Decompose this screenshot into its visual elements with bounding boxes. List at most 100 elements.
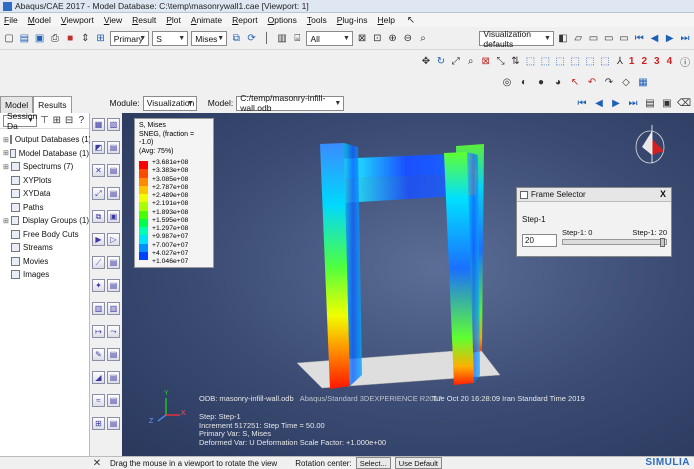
view-yz-icon[interactable]: ⬚ (539, 54, 551, 68)
tree-item-display-groups[interactable]: ⊞ Display Groups (1) (3, 214, 89, 228)
use-default-button[interactable]: Use Default (394, 457, 442, 469)
tree-help-icon[interactable]: ? (77, 114, 86, 128)
menu-model[interactable]: Model (27, 15, 52, 25)
new-file-icon[interactable]: ▢ (3, 32, 15, 46)
view-cut-icon[interactable]: ◢ (92, 371, 105, 384)
replace-icon[interactable]: ⊡ (371, 32, 383, 46)
cursor-icon[interactable]: ⇕ (79, 32, 91, 46)
filled-icon[interactable]: ● (534, 75, 548, 89)
tree-item-movies[interactable]: Movies (3, 255, 89, 269)
box-zoom-icon[interactable]: ⊠ (480, 54, 492, 68)
expand-plus-icon[interactable]: ⊞ (3, 136, 9, 144)
play-icon[interactable]: ▶ (664, 32, 676, 46)
refresh-icon[interactable]: ⟳ (245, 32, 257, 46)
pan-icon[interactable]: ✥ (420, 54, 432, 68)
xy-options-icon[interactable]: ▤ (107, 256, 120, 269)
remove-icon[interactable]: ⊖ (402, 32, 414, 46)
tree-item-streams[interactable]: Streams (3, 241, 89, 255)
render-style-icon[interactable]: ◧ (557, 32, 569, 46)
collapse-icon[interactable]: ⊟ (65, 114, 74, 128)
rotate-icon[interactable]: ↻ (435, 54, 447, 68)
frame-selector-icon[interactable]: ▤ (643, 96, 657, 110)
tree-item-paths[interactable]: Paths (3, 201, 89, 215)
visualization-defaults-select[interactable]: Visualization defaults ▼ (479, 29, 554, 49)
display-group-tool-icon[interactable]: ⊞ (92, 417, 105, 430)
invariant-select[interactable]: Mises ▼ (191, 31, 228, 46)
viewport[interactable]: Y X Z S, Mises SNEG, (fraction = -1.0) (… (122, 113, 694, 456)
plot-undeformed-icon[interactable]: ▦ (92, 118, 105, 131)
free-body-tool-icon[interactable]: ✎ (92, 348, 105, 361)
view-custom-icon[interactable]: ⬚ (599, 54, 611, 68)
frame-slider-handle[interactable] (660, 238, 665, 247)
probe-icon[interactable]: ▤ (107, 279, 120, 292)
last-frame-icon-2[interactable]: ⏭ (626, 96, 640, 110)
menu-tools[interactable]: Tools (306, 15, 328, 25)
delete-icon[interactable]: ⌫ (677, 96, 691, 110)
model-select[interactable]: C:/temp/masonry-infill-wall.odb ▼ (236, 93, 345, 113)
tree-item-xydata[interactable]: XYData (3, 187, 89, 201)
first-frame-icon[interactable]: ⏮ (633, 32, 645, 46)
plot-symbols-icon[interactable]: ✕ (92, 164, 105, 177)
session-select[interactable]: Session Da ▼ (3, 111, 37, 131)
view-back-icon[interactable]: ▭ (603, 32, 615, 46)
menu-report[interactable]: Report (231, 15, 259, 25)
tab-results[interactable]: Results (33, 96, 72, 113)
next-frame-icon[interactable]: ▶ (609, 96, 623, 110)
view-xz-icon[interactable]: ⬚ (569, 54, 581, 68)
plot-deformed-icon[interactable]: ▧ (107, 118, 120, 131)
shaded-icon[interactable]: ◕ (551, 75, 565, 89)
path-create-icon[interactable]: ↦ (92, 325, 105, 338)
overlay-icon[interactable]: ▣ (107, 210, 120, 223)
view-3-button[interactable]: 3 (654, 56, 660, 67)
expand-plus-icon[interactable]: ⊞ (3, 163, 10, 171)
view-iso2-icon[interactable]: ⬚ (584, 54, 596, 68)
frame-number-input[interactable]: 20 (522, 234, 557, 247)
view-4-button[interactable]: 4 (667, 56, 673, 67)
previous-frame-icon[interactable]: ◀ (648, 32, 660, 46)
info-icon[interactable]: ⓘ (679, 54, 691, 69)
view-compass[interactable] (635, 125, 665, 164)
frame-slider[interactable] (562, 238, 667, 247)
view-top-icon[interactable]: ▭ (618, 32, 630, 46)
view-1-button[interactable]: 1 (629, 56, 635, 67)
menu-view[interactable]: View (103, 15, 123, 25)
view-front-icon[interactable]: ▭ (587, 32, 599, 46)
view-cut-options-icon[interactable]: ▤ (107, 371, 120, 384)
query-icon[interactable]: ✦ (92, 279, 105, 292)
expand-plus-icon[interactable]: ⊞ (3, 217, 10, 225)
undo-view-icon[interactable]: ↶ (585, 75, 599, 89)
odb-icon[interactable]: ■ (64, 32, 76, 46)
create-display-group-icon[interactable]: ⌸ (291, 32, 303, 46)
hidden-line-icon[interactable]: ◐ (517, 75, 531, 89)
module-select[interactable]: Visualization ▼ (142, 95, 197, 111)
add-icon[interactable]: ⊕ (386, 32, 398, 46)
step-frame-icon[interactable]: ▥ (276, 32, 288, 46)
tree-item-spectrums[interactable]: ⊞ Spectrums (7) (3, 160, 89, 174)
context-help-icon[interactable]: ↖ (404, 13, 418, 27)
view-xy-icon[interactable]: ⬚ (524, 54, 536, 68)
zoom-search-icon[interactable]: ⌕ (417, 32, 429, 46)
plot-symbols-options-icon[interactable]: ▤ (107, 164, 120, 177)
movie-icon[interactable]: ▣ (660, 96, 674, 110)
animate-time-icon[interactable]: ▷ (107, 233, 120, 246)
stream-tool-icon[interactable]: ≈ (92, 394, 105, 407)
print-icon[interactable]: ⎙ (49, 32, 61, 46)
cycle-views-icon[interactable]: ⇅ (510, 54, 522, 68)
magnify-icon[interactable]: ⤢ (450, 54, 462, 68)
plot-contours-options-icon[interactable]: ▤ (107, 141, 120, 154)
field-output-dialog-icon[interactable]: ⧉ (230, 32, 242, 46)
select-tool-icon[interactable]: ↖ (568, 75, 582, 89)
menu-viewport[interactable]: Viewport (60, 15, 95, 25)
tree-item-output-databases[interactable]: ⊞ Output Databases (1) (3, 133, 91, 147)
menu-file[interactable]: File (3, 15, 19, 25)
display-group-filter[interactable]: All ▼ (306, 31, 353, 46)
xy-create-icon[interactable]: ⟋ (92, 256, 105, 269)
menu-result[interactable]: Result (131, 15, 157, 25)
stream-options-icon[interactable]: ▤ (107, 394, 120, 407)
menu-plugins[interactable]: Plug-ins (336, 15, 369, 25)
display-group-icon[interactable]: ⊠ (356, 32, 368, 46)
expand-icon[interactable]: ⊞ (52, 114, 61, 128)
field-output-icon[interactable]: ⊞ (95, 32, 107, 46)
report-xy-icon[interactable]: ▥ (107, 302, 120, 315)
redo-view-icon[interactable]: ↷ (602, 75, 616, 89)
